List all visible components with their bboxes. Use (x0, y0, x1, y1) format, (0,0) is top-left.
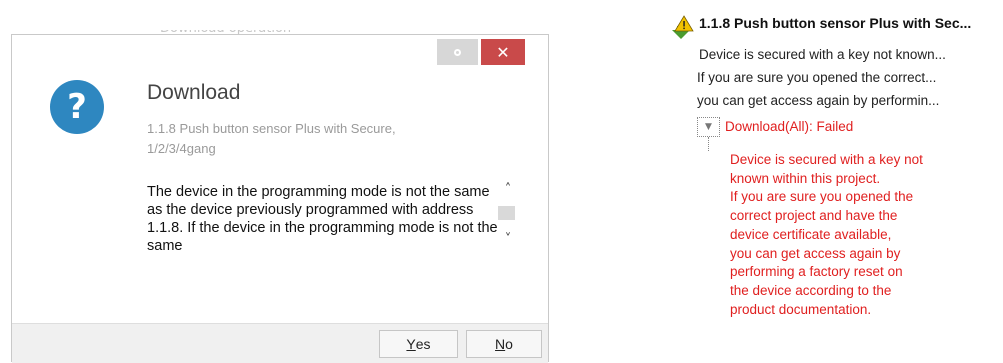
dialog-footer: Yes No (12, 323, 548, 363)
scrollbar-thumb[interactable] (498, 206, 515, 220)
error-details: Device is secured with a key not known w… (730, 151, 995, 319)
yes-button[interactable]: Yes (379, 330, 458, 358)
download-warning-icon (672, 15, 694, 39)
panel-line-2: If you are sure you opened the correct..… (697, 70, 937, 85)
scroll-up-icon[interactable]: ˄ (501, 183, 515, 197)
yes-hotkey: Y (406, 336, 416, 352)
question-icon: ? (50, 80, 104, 134)
expand-toggle[interactable]: ▼ (697, 117, 720, 137)
no-label: o (505, 336, 513, 352)
dialog-subtitle: 1.1.8 Push button sensor Plus with Secur… (147, 121, 396, 156)
error-line: device certificate available, (730, 226, 892, 242)
error-line: the device according to the (730, 282, 892, 298)
error-line: performing a factory reset on (730, 264, 903, 280)
download-dialog: ✕ ? Download 1.1.8 Push button sensor Pl… (11, 34, 549, 363)
dialog-title: Download (147, 81, 241, 104)
download-status: Download(All): Failed (725, 119, 854, 134)
device-header[interactable]: 1.1.8 Push button sensor Plus with Sec..… (699, 15, 971, 31)
error-line: product documentation. (730, 301, 872, 317)
dialog-message: The device in the programming mode is no… (147, 184, 498, 254)
yes-label: es (415, 336, 431, 352)
scroll-down-icon[interactable]: ˅ (501, 233, 515, 247)
chevron-down-icon: ▼ (705, 122, 712, 132)
tree-connector (708, 137, 710, 151)
error-line: correct project and have the (730, 208, 898, 224)
panel-line-3: you can get access again by performin... (697, 93, 940, 108)
circle-icon (454, 48, 461, 56)
minimize-button[interactable] (437, 39, 478, 65)
message-area[interactable]: The device in the programming mode is no… (147, 183, 507, 255)
no-button[interactable]: No (466, 330, 542, 358)
error-line: known within this project. (730, 170, 881, 186)
error-line: Device is secured with a key not (730, 152, 923, 167)
no-hotkey: N (495, 336, 506, 352)
panel-line-1: Device is secured with a key not known..… (699, 47, 946, 62)
error-line: If you are sure you opened the (730, 189, 914, 205)
error-line: you can get access again by (730, 245, 901, 261)
close-icon: ✕ (496, 42, 510, 62)
close-button[interactable]: ✕ (481, 39, 525, 65)
